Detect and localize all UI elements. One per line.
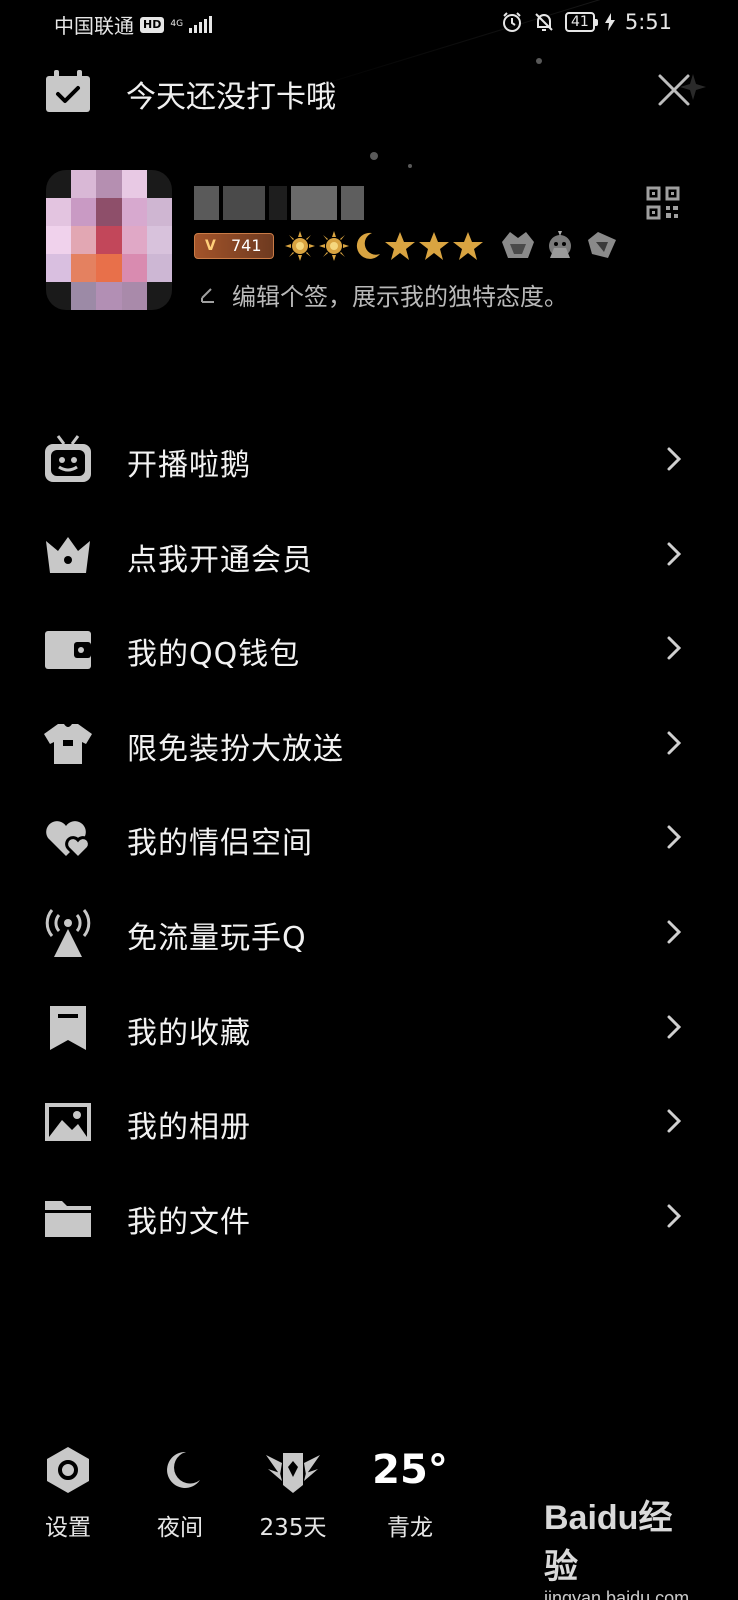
game-badge-icon	[588, 232, 616, 258]
menu-label: 开播啦鹅	[127, 448, 251, 483]
star-decoration	[536, 58, 542, 64]
chevron-right-icon	[667, 1204, 682, 1228]
game-badge-icon	[502, 232, 534, 258]
baidu-jingyan-watermark: Baidu经验 jingyan.baidu.com	[544, 1490, 704, 1600]
checkin-row[interactable]: 今天还没打卡哦	[44, 66, 694, 115]
hearts-icon	[42, 812, 94, 864]
qq-side-drawer: 中国联通 HD 4G 41 5:51 今天还没打卡哦 V 741 编辑个签，展示…	[0, 0, 738, 1600]
bookmark-icon	[42, 1002, 94, 1054]
chevron-right-icon	[667, 542, 682, 566]
star-decoration	[408, 164, 412, 168]
menu-label: 我的文件	[127, 1204, 251, 1240]
chevron-right-icon	[667, 731, 682, 755]
menu-label: 限免装扮大放送	[127, 731, 344, 767]
signal-tower-icon	[42, 907, 94, 959]
watermark-url: jingyan.baidu.com	[544, 1588, 690, 1600]
menu-item-vip[interactable]: 点我开通会员	[0, 507, 738, 602]
winged-badge-icon	[266, 1453, 320, 1493]
night-mode-label: 夜间	[157, 1515, 203, 1541]
hd-badge: HD	[140, 16, 165, 33]
menu-item-wallet[interactable]: 我的QQ钱包	[0, 601, 738, 696]
watermark-logo: Baidu经验	[544, 1499, 673, 1586]
chevron-right-icon	[667, 447, 682, 471]
game-badge-icon	[549, 231, 571, 258]
status-bar: 中国联通 HD 4G 41 5:51	[0, 0, 738, 50]
night-mode-button[interactable]: 夜间	[130, 1440, 230, 1542]
menu-item-couple-space[interactable]: 我的情侣空间	[0, 790, 738, 885]
star-icon	[419, 232, 449, 260]
menu-item-album[interactable]: 我的相册	[0, 1074, 738, 1169]
signature-edit[interactable]: 编辑个签，展示我的独特态度。	[200, 277, 568, 312]
charging-icon	[604, 13, 615, 31]
clock: 5:51	[624, 10, 672, 34]
temperature: 25°	[372, 1447, 448, 1493]
status-left: 中国联通 HD 4G	[54, 10, 213, 39]
qq-age-button[interactable]: 235天	[243, 1440, 343, 1542]
qq-level-icons[interactable]	[284, 228, 622, 264]
nickname-redacted	[194, 186, 364, 220]
battery-icon: 41	[565, 12, 598, 32]
star-decoration	[370, 152, 378, 160]
qq-age-label: 235天	[259, 1515, 327, 1541]
status-right: 41 5:51	[501, 10, 672, 34]
edit-pencil-icon	[201, 287, 214, 303]
mute-bell-icon	[535, 13, 553, 31]
settings-hexagon-icon	[47, 1447, 89, 1493]
alarm-icon	[503, 12, 521, 32]
signal-strength-icon	[189, 15, 213, 33]
chevron-right-icon	[667, 1109, 682, 1133]
star-icon	[385, 232, 415, 260]
menu-item-files[interactable]: 我的文件	[0, 1169, 738, 1264]
menu-item-favorites[interactable]: 我的收藏	[0, 980, 738, 1075]
chevron-right-icon	[667, 1015, 682, 1039]
qr-code-icon[interactable]	[646, 186, 680, 220]
checkin-prompt: 今天还没打卡哦	[126, 80, 336, 115]
folder-icon	[42, 1191, 94, 1243]
photo-icon	[42, 1096, 94, 1148]
sparkle-star-decoration	[680, 74, 706, 100]
location-label: 青龙	[387, 1515, 433, 1541]
moon-icon	[167, 1451, 200, 1488]
settings-label: 设置	[45, 1515, 91, 1541]
menu-item-free-data[interactable]: 免流量玩手Q	[0, 885, 738, 980]
signature-text: 编辑个签，展示我的独特态度。	[232, 283, 568, 311]
vip-level-badge[interactable]: 741	[194, 233, 274, 259]
wallet-icon	[42, 623, 94, 675]
menu-label: 我的收藏	[127, 1015, 251, 1051]
menu-label: 我的相册	[127, 1110, 251, 1146]
menu-label: 免流量玩手Q	[127, 920, 307, 956]
star-icon	[453, 232, 483, 260]
menu-label: 我的QQ钱包	[127, 637, 301, 673]
network-type: 4G	[170, 19, 184, 29]
carrier-name: 中国联通	[54, 14, 134, 38]
menu-item-live-stream[interactable]: 开播啦鹅	[0, 412, 738, 507]
chevron-right-icon	[667, 636, 682, 660]
crown-icon	[42, 529, 94, 581]
menu-label: 点我开通会员	[127, 542, 313, 578]
calendar-check-icon	[46, 70, 90, 112]
tv-mascot-icon	[42, 434, 94, 486]
menu-item-outfits[interactable]: 限免装扮大放送	[0, 696, 738, 791]
menu-label: 我的情侣空间	[127, 826, 313, 862]
drawer-menu: 开播啦鹅 点我开通会员 我的QQ钱包 限免装扮大放送 我的情侣空间 免流量玩手Q…	[0, 412, 738, 1263]
chevron-right-icon	[667, 920, 682, 944]
sun-icon	[285, 231, 315, 261]
tshirt-icon	[42, 718, 94, 770]
weather-button[interactable]: 25° 青龙	[360, 1440, 460, 1542]
avatar[interactable]	[46, 170, 172, 310]
moon-icon	[356, 232, 380, 259]
settings-button[interactable]: 设置	[18, 1440, 118, 1542]
chevron-right-icon	[667, 825, 682, 849]
sun-icon	[319, 231, 349, 261]
